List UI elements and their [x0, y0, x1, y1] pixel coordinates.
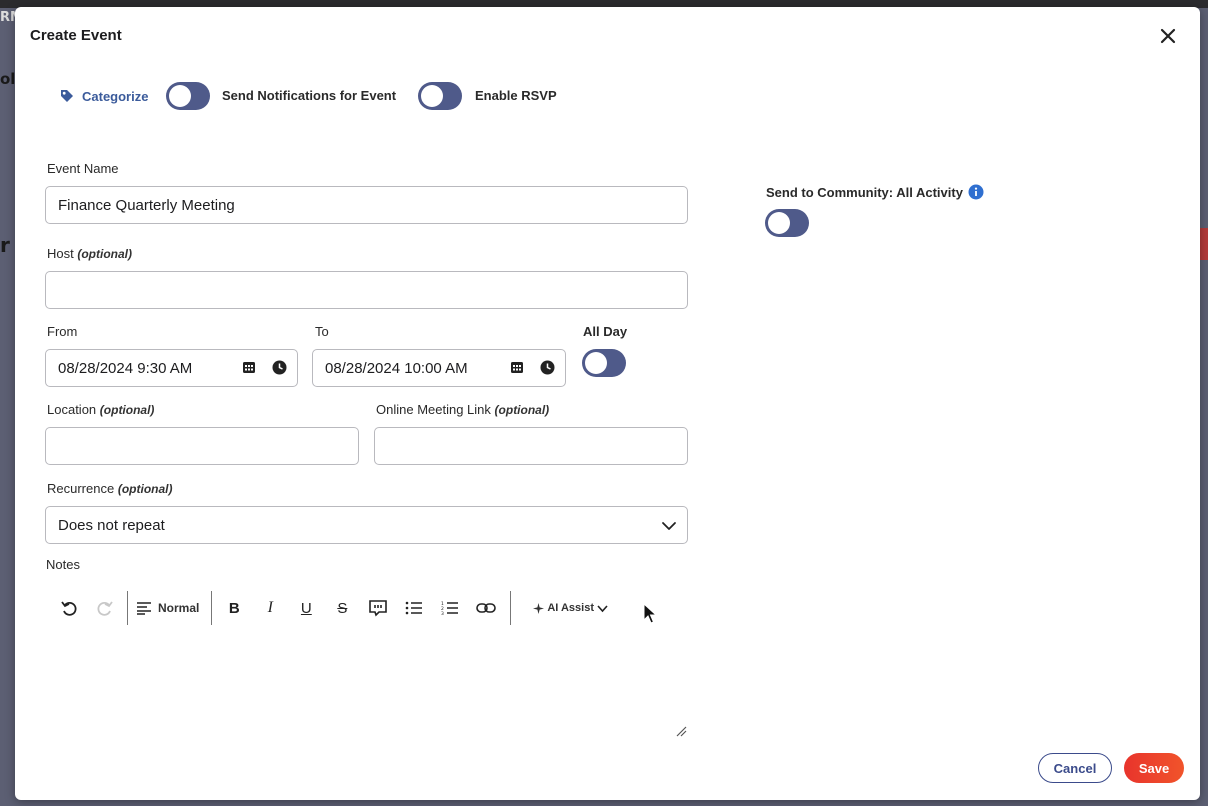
clock-icon[interactable]	[540, 360, 555, 379]
underline-icon: U	[300, 599, 312, 617]
toolbar-divider	[211, 591, 213, 625]
quote-icon	[369, 600, 388, 617]
bold-icon: B	[228, 599, 240, 617]
resize-handle-icon[interactable]	[675, 725, 687, 737]
toolbar-divider	[510, 591, 512, 625]
online-link-optional: (optional)	[494, 403, 550, 417]
ai-assist-dropdown[interactable]: AI Assist	[515, 602, 616, 614]
to-datetime-input[interactable]: 08/28/2024 10:00 AM	[312, 349, 566, 387]
background-red-element	[1200, 228, 1208, 260]
host-input[interactable]	[45, 271, 688, 309]
all-day-label: All Day	[583, 324, 628, 339]
online-link-label: Online Meeting Link (optional)	[376, 402, 549, 417]
notes-toolbar: Normal B I U S 123 AI Assist	[51, 590, 616, 626]
undo-button[interactable]	[51, 590, 87, 626]
background-text-fragment: r	[0, 233, 10, 257]
community-label: Send to Community: All Activity	[766, 184, 963, 200]
event-name-input[interactable]: Finance Quarterly Meeting	[45, 186, 688, 224]
text-style-dropdown[interactable]: Normal	[132, 601, 207, 615]
link-icon	[476, 603, 497, 613]
redo-button[interactable]	[87, 590, 123, 626]
cancel-button[interactable]: Cancel	[1038, 753, 1112, 783]
host-optional: (optional)	[77, 247, 133, 261]
mouse-cursor-icon	[643, 603, 657, 624]
location-input[interactable]	[45, 427, 359, 465]
from-datetime-input[interactable]: 08/28/2024 9:30 AM	[45, 349, 298, 387]
send-notifications-toggle[interactable]	[166, 82, 210, 110]
from-label: From	[47, 324, 78, 339]
bold-button[interactable]: B	[216, 590, 252, 626]
categorize-label: Categorize	[82, 88, 149, 104]
italic-icon: I	[267, 599, 273, 616]
svg-text:3: 3	[441, 611, 444, 615]
recurrence-value: Does not repeat	[58, 516, 165, 534]
bullet-list-button[interactable]	[396, 590, 432, 626]
online-link-input[interactable]	[374, 427, 688, 465]
recurrence-label-text: Recurrence	[47, 481, 115, 496]
numbered-list-icon: 123	[441, 601, 459, 615]
send-notifications-label: Send Notifications for Event	[222, 88, 397, 103]
from-value: 08/28/2024 9:30 AM	[58, 359, 193, 377]
calendar-icon[interactable]	[242, 360, 256, 379]
location-label-text: Location	[47, 402, 97, 417]
location-label: Location (optional)	[47, 402, 154, 417]
notes-label: Notes	[46, 557, 80, 572]
recurrence-label: Recurrence (optional)	[47, 481, 172, 496]
event-name-value: Finance Quarterly Meeting	[58, 196, 235, 214]
strikethrough-button[interactable]: S	[324, 590, 360, 626]
bullet-list-icon	[406, 601, 423, 615]
categorize-button[interactable]: Categorize	[59, 88, 148, 104]
calendar-icon[interactable]	[510, 360, 524, 379]
enable-rsvp-label: Enable RSVP	[475, 88, 557, 103]
close-icon	[1160, 28, 1176, 44]
close-button[interactable]	[1157, 25, 1179, 47]
host-label: Host (optional)	[47, 246, 132, 261]
enable-rsvp-toggle[interactable]	[418, 82, 462, 110]
chevron-down-icon	[662, 522, 676, 530]
sparkle-icon	[533, 602, 545, 614]
modal-title: Create Event	[30, 27, 122, 44]
link-button[interactable]	[468, 590, 504, 626]
background-text-fragment: ol	[0, 70, 16, 88]
italic-button[interactable]: I	[252, 590, 288, 626]
send-to-community-toggle[interactable]	[765, 209, 809, 237]
numbered-list-button[interactable]: 123	[432, 590, 468, 626]
recurrence-optional: (optional)	[117, 482, 173, 496]
to-label: To	[315, 324, 329, 339]
redo-icon	[97, 601, 113, 616]
online-link-label-text: Online Meeting Link	[376, 402, 491, 417]
undo-icon	[61, 601, 77, 616]
notes-editor[interactable]	[45, 631, 688, 739]
tag-icon	[61, 90, 73, 102]
ai-assist-label: AI Assist	[547, 602, 595, 614]
align-left-icon	[137, 602, 151, 615]
recurrence-select[interactable]: Does not repeat	[45, 506, 688, 544]
save-button[interactable]: Save	[1124, 753, 1184, 783]
community-section: Send to Community: All Activity	[766, 184, 984, 200]
all-day-toggle[interactable]	[582, 349, 626, 377]
host-label-text: Host	[47, 246, 74, 261]
quote-button[interactable]	[360, 590, 396, 626]
info-icon[interactable]	[968, 184, 984, 200]
text-style-label: Normal	[158, 601, 200, 615]
toolbar-divider	[127, 591, 128, 625]
location-optional: (optional)	[99, 403, 155, 417]
chevron-down-icon	[597, 604, 608, 612]
clock-icon[interactable]	[272, 360, 287, 379]
to-value: 08/28/2024 10:00 AM	[325, 359, 468, 377]
event-name-label: Event Name	[47, 161, 119, 176]
strikethrough-icon: S	[337, 599, 348, 617]
underline-button[interactable]: U	[288, 590, 324, 626]
create-event-modal: Create Event Categorize Send Notificatio…	[15, 7, 1200, 800]
